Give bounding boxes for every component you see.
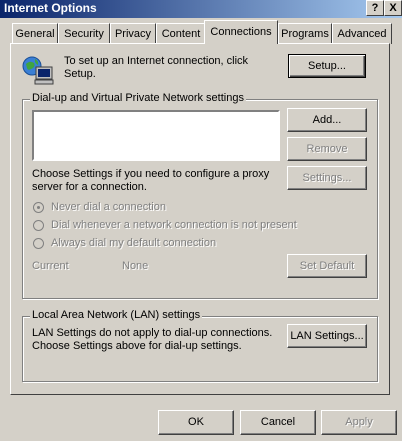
apply-button[interactable]: Apply	[321, 410, 397, 435]
tab-privacy[interactable]: Privacy	[110, 23, 156, 44]
tab-connections[interactable]: Connections	[204, 20, 278, 44]
dialup-vpn-legend: Dial-up and Virtual Private Network sett…	[30, 92, 246, 104]
setup-description: To set up an Internet connection, click …	[64, 55, 249, 80]
current-label: Current	[32, 260, 69, 272]
cancel-button[interactable]: Cancel	[240, 410, 316, 435]
dial-whenever-label: Dial whenever a network connection is no…	[51, 219, 297, 231]
never-dial-label: Never dial a connection	[51, 201, 166, 213]
setup-button[interactable]: Setup...	[288, 54, 366, 78]
proxy-instructions: Choose Settings if you need to configure…	[32, 168, 270, 193]
remove-button[interactable]: Remove	[287, 137, 367, 161]
set-default-button[interactable]: Set Default	[287, 254, 367, 278]
title-bar: Internet Options ? X	[0, 0, 402, 18]
add-button[interactable]: Add...	[287, 108, 367, 132]
lan-settings-button[interactable]: LAN Settings...	[287, 324, 367, 348]
lan-settings-legend: Local Area Network (LAN) settings	[30, 309, 203, 321]
always-dial-radio[interactable]	[33, 238, 44, 249]
tab-advanced[interactable]: Advanced	[332, 23, 392, 44]
network-connection-icon	[22, 56, 56, 86]
window-title: Internet Options	[4, 1, 97, 15]
close-button[interactable]: X	[384, 0, 402, 16]
settings-button[interactable]: Settings...	[287, 166, 367, 190]
never-dial-radio[interactable]	[33, 202, 44, 213]
dial-whenever-radio[interactable]	[33, 220, 44, 231]
tab-content[interactable]: Content	[156, 23, 206, 44]
help-button[interactable]: ?	[366, 0, 384, 16]
connections-listbox[interactable]	[32, 110, 280, 161]
tab-security[interactable]: Security	[58, 23, 110, 44]
tab-programs[interactable]: Programs	[278, 23, 332, 44]
tab-general[interactable]: General	[12, 23, 58, 44]
always-dial-label: Always dial my default connection	[51, 237, 217, 249]
ok-button[interactable]: OK	[158, 410, 234, 435]
current-value: None	[122, 260, 149, 272]
lan-description: LAN Settings do not apply to dial-up con…	[32, 327, 273, 352]
